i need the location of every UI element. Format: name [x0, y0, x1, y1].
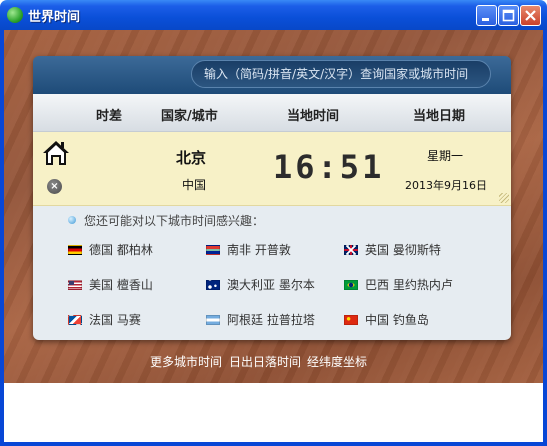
city-link-marseille[interactable]: 法国 马赛 [68, 311, 141, 328]
city-link-honolulu[interactable]: 美国 檀香山 [68, 276, 153, 293]
home-city-name: 北京 [176, 149, 207, 167]
maximize-button[interactable] [498, 5, 519, 26]
brazil-flag-icon [344, 280, 358, 290]
australia-flag-icon [206, 280, 220, 290]
usa-flag-icon [68, 280, 82, 290]
city-link-melbourne[interactable]: 澳大利亚 墨尔本 [206, 276, 315, 293]
column-local-time: 当地时间 [287, 109, 340, 124]
germany-flag-icon [68, 245, 82, 255]
home-icon[interactable] [42, 139, 70, 167]
column-header: 时差 国家/城市 当地时间 当地日期 [33, 94, 511, 132]
sunrise-sunset-link[interactable]: 日出日落时间 [229, 353, 301, 370]
suggested-cities: 您还可能对以下城市时间感兴趣： 德国 都柏林 南非 开普敦 英国 曼彻斯特 美国… [33, 206, 511, 340]
argentina-flag-icon [206, 315, 220, 325]
world-time-panel: 输入（简码/拼音/英文/汉字）查询国家或城市时间 时差 国家/城市 当地时间 当… [33, 56, 511, 340]
title-bar[interactable]: 世界时间 [0, 0, 547, 30]
bullet-icon [68, 216, 76, 224]
city-link-rio[interactable]: 巴西 里约热内卢 [344, 276, 453, 293]
city-link-dublin[interactable]: 德国 都柏林 [68, 241, 153, 258]
city-link-diaoyu[interactable]: 中国 钓鱼岛 [344, 311, 429, 328]
uk-flag-icon [344, 245, 358, 255]
remove-icon[interactable]: × [47, 179, 62, 194]
search-input[interactable]: 输入（简码/拼音/英文/汉字）查询国家或城市时间 [191, 60, 491, 88]
home-date: 2013年9月16日 [405, 179, 487, 192]
more-cities-link[interactable]: 更多城市时间 [150, 353, 222, 370]
city-label: 英国 曼彻斯特 [365, 243, 441, 257]
city-label: 巴西 里约热内卢 [365, 278, 453, 292]
window-title: 世界时间 [28, 10, 81, 25]
minimize-icon [482, 18, 489, 21]
south-africa-flag-icon [206, 245, 220, 255]
maximize-icon [502, 9, 515, 22]
column-local-date: 当地日期 [413, 109, 466, 124]
close-button[interactable] [520, 5, 541, 26]
city-link-cape-town[interactable]: 南非 开普敦 [206, 241, 291, 258]
city-link-manchester[interactable]: 英国 曼彻斯特 [344, 241, 441, 258]
home-weekday: 星期一 [427, 149, 464, 163]
globe-icon [7, 7, 23, 23]
resize-grip-icon [499, 193, 509, 203]
city-label: 澳大利亚 墨尔本 [227, 278, 315, 292]
home-country-name: 中国 [182, 178, 207, 192]
city-link-la-plata[interactable]: 阿根廷 拉普拉塔 [206, 311, 315, 328]
suggestion-hint: 您还可能对以下城市时间感兴趣： [84, 214, 265, 228]
coordinates-link[interactable]: 经纬度坐标 [307, 353, 367, 370]
home-city-row[interactable]: × 北京 中国 16:51 星期一 2013年9月16日 [33, 132, 511, 206]
city-label: 中国 钓鱼岛 [365, 313, 429, 327]
minimize-button[interactable] [476, 5, 497, 26]
city-label: 南非 开普敦 [227, 243, 291, 257]
search-header: 输入（简码/拼音/英文/汉字）查询国家或城市时间 [33, 56, 511, 94]
city-label: 阿根廷 拉普拉塔 [227, 313, 315, 327]
france-flag-icon [68, 315, 82, 325]
column-offset: 时差 [96, 109, 123, 124]
column-country-city: 国家/城市 [161, 109, 218, 124]
city-label: 美国 檀香山 [89, 278, 153, 292]
close-icon [525, 10, 536, 21]
local-time-clock: 16:51 [273, 148, 385, 186]
china-flag-icon [344, 315, 358, 325]
city-label: 法国 马赛 [89, 313, 141, 327]
city-label: 德国 都柏林 [89, 243, 153, 257]
